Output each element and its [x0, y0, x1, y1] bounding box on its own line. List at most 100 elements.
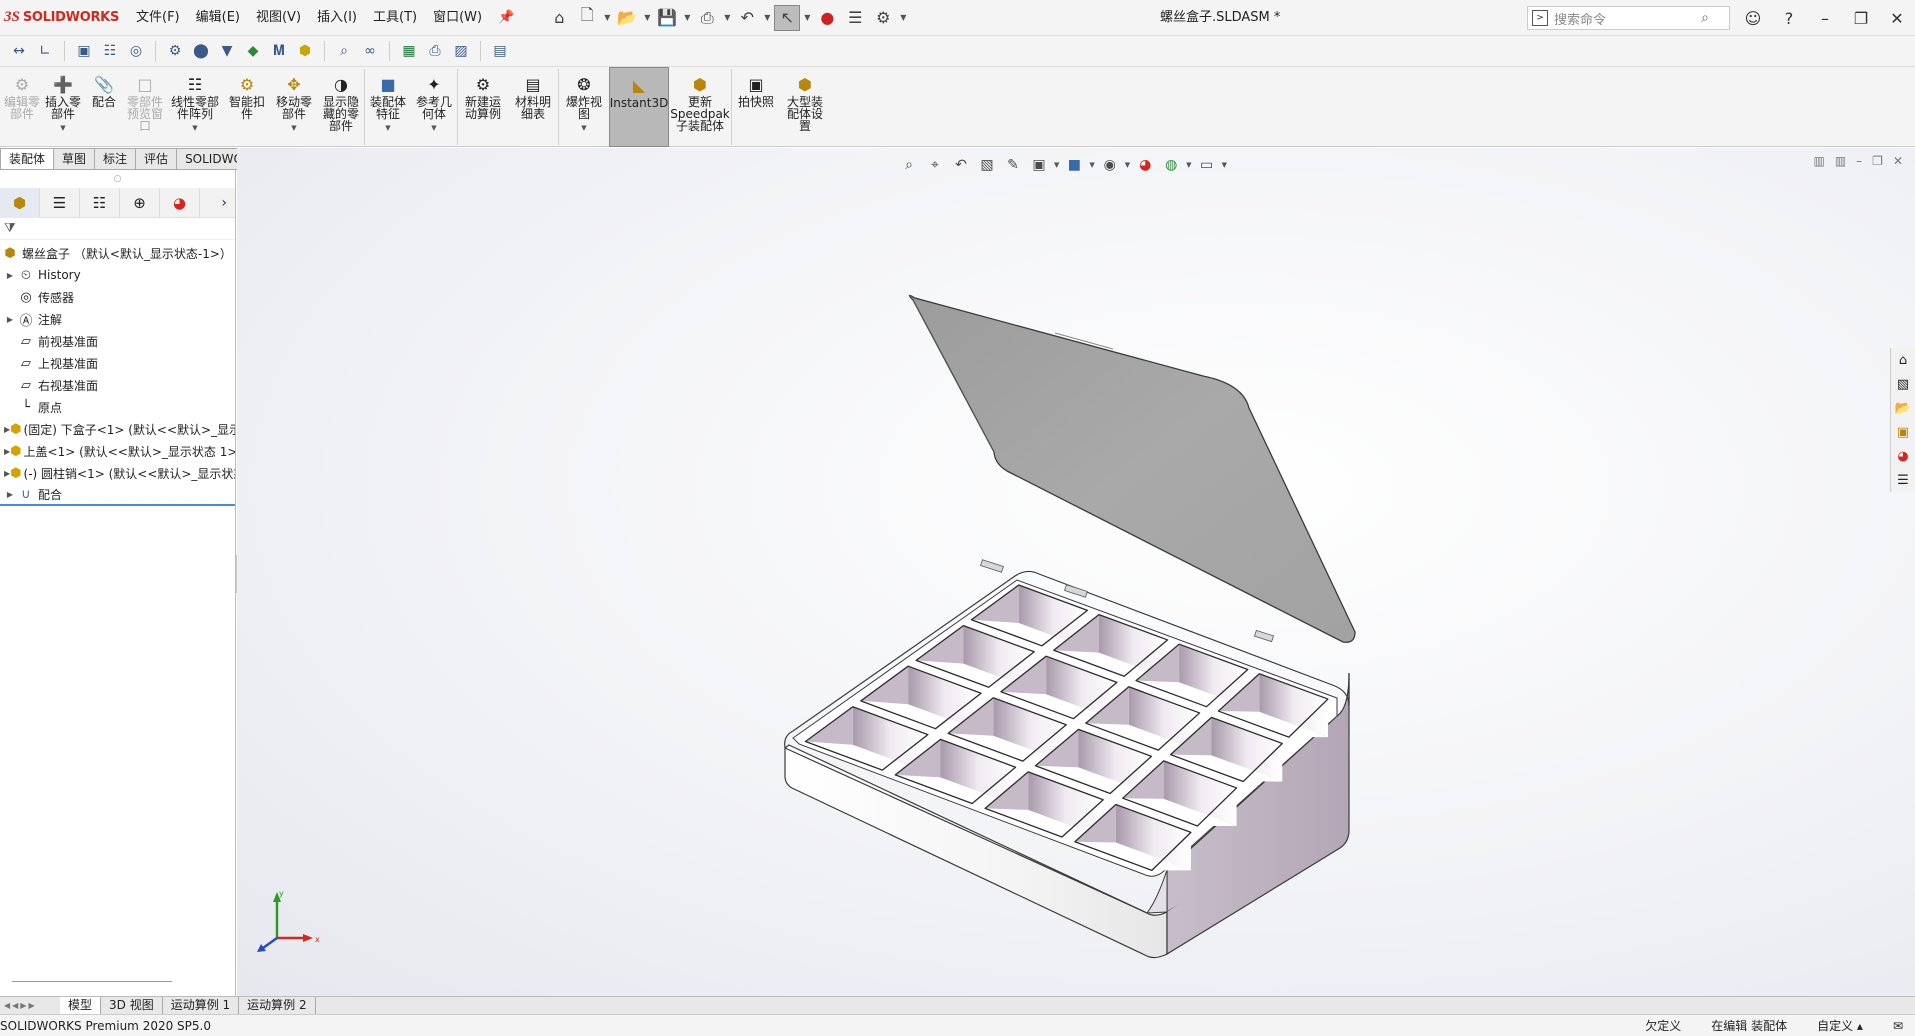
panel-grip-handle[interactable]: ○	[0, 170, 235, 188]
chevron-down-icon[interactable]: ▼	[898, 13, 908, 22]
save-icon[interactable]: 💾	[654, 5, 680, 31]
tab-motion-study-1[interactable]: 运动算例 1	[163, 996, 240, 1015]
exploded-view-button[interactable]: ❂ 爆炸视 图 ▼	[559, 67, 609, 147]
assembly-feature-button[interactable]: ■ 装配体 特征 ▼	[365, 67, 411, 147]
select-cursor-icon[interactable]: ↖	[774, 4, 801, 31]
menu-view[interactable]: 视图(V)	[248, 0, 309, 36]
chevron-down-icon[interactable]: ▼	[291, 122, 296, 134]
panel-scroll-indicator[interactable]	[12, 981, 172, 982]
tab-markup[interactable]: 标注	[95, 148, 137, 170]
restore-icon[interactable]: ❐	[1843, 9, 1879, 28]
linear-pattern-button[interactable]: ☷ 线性零部 件阵列 ▼	[166, 67, 224, 147]
tab-scroll-arrows-icon[interactable]: ◀◀▶▶	[0, 1001, 60, 1010]
property-manager-tab-icon[interactable]: ☰	[40, 187, 80, 218]
menu-file[interactable]: 文件(F)	[128, 0, 188, 36]
feature-manager-tab-icon[interactable]: ⬢	[0, 187, 40, 218]
tab-sketch[interactable]: 草图	[54, 148, 96, 170]
component-icon[interactable]: ⬢	[294, 40, 316, 62]
expand-arrow-icon[interactable]: ▶	[4, 315, 16, 324]
chevron-down-icon[interactable]: ▼	[642, 13, 652, 22]
tree-item-history[interactable]: ▶ ⏲ History	[0, 264, 235, 286]
search-icon[interactable]: ⌕	[1701, 10, 1709, 26]
speedpak-button[interactable]: ⬢ 更新 Speedpak 子装配体	[669, 67, 731, 147]
tree-item-origin[interactable]: └ 原点	[0, 396, 235, 418]
screw-box-model[interactable]	[237, 148, 1915, 996]
tree-item-sensors[interactable]: ◎ 传感器	[0, 286, 235, 308]
chevron-down-icon[interactable]: ▼	[802, 13, 812, 22]
chevron-down-icon[interactable]: ▼	[385, 122, 390, 134]
image-export-icon[interactable]: ▨	[450, 40, 472, 62]
tab-assembly[interactable]: 装配体	[0, 148, 55, 170]
insert-component-button[interactable]: ➕ 插入零 部件 ▼	[42, 67, 84, 147]
chevron-down-icon[interactable]: ▼	[722, 13, 732, 22]
network-icon[interactable]: ☷	[99, 40, 121, 62]
appearances-icon[interactable]: ◕	[1893, 446, 1913, 466]
edit-component-button[interactable]: ⚙ 编辑零 部件	[2, 67, 42, 147]
tree-item-mates[interactable]: ▶ ∪ 配合	[0, 484, 235, 506]
tree-item-right-plane[interactable]: ▱ 右视基准面	[0, 374, 235, 396]
chevron-down-icon[interactable]: ▼	[682, 13, 692, 22]
binoculars-icon[interactable]: ∞	[359, 40, 381, 62]
expand-arrow-icon[interactable]: ▶	[4, 271, 16, 280]
excel-icon[interactable]: ▦	[398, 40, 420, 62]
solidworks-logo[interactable]: 3S SOLIDWORKS	[0, 9, 128, 26]
rebuild-traffic-light-icon[interactable]: ●	[814, 5, 840, 31]
tree-item-lid[interactable]: ▶ ⬢ 上盖<1> (默认<<默认>_显示状态 1>)	[0, 440, 235, 462]
expand-arrow-icon[interactable]: ▶	[4, 490, 16, 499]
new-document-icon[interactable]: 🗋	[574, 5, 600, 31]
calculator-icon[interactable]: ▤	[489, 40, 511, 62]
status-bar-toggle-icon[interactable]: ✉	[1893, 1019, 1903, 1033]
printer-icon[interactable]: ⎙	[424, 40, 446, 62]
large-assembly-button[interactable]: ⬢ 大型装 配体设 置	[780, 67, 830, 147]
chevron-right-icon[interactable]: ›	[221, 195, 227, 211]
tree-root-assembly[interactable]: ⬢ 螺丝盒子 （默认<默认_显示状态-1>）	[0, 242, 235, 264]
options-gear-icon[interactable]: ⚙	[870, 5, 896, 31]
measure-icon[interactable]: 𝐌	[268, 40, 290, 62]
angle-icon[interactable]: ∟	[34, 40, 56, 62]
graphics-area[interactable]: ⌕ ⌖ ↶ ▧ ✎ ▣ ▼ ■ ▼ ◉ ▼ ◕ ◍ ▼ ▭ ▼ ▥ ▥ – ❐ …	[237, 148, 1915, 996]
minimize-icon[interactable]: –	[1807, 9, 1843, 28]
configuration-manager-tab-icon[interactable]: ☷	[80, 187, 120, 218]
custom-properties-icon[interactable]: ☰	[1893, 470, 1913, 490]
search-commands-field[interactable]: > 搜索命令 ⌕	[1527, 6, 1730, 30]
new-motion-study-button[interactable]: ⚙ 新建运 动算例	[458, 67, 508, 147]
zoom-search-icon[interactable]: ⌕	[333, 40, 355, 62]
units-dropdown[interactable]: 自定义 ▴	[1817, 1017, 1863, 1034]
component-preview-button[interactable]: □ 零部件 预览窗 口	[124, 67, 166, 147]
smart-fastener-button[interactable]: ⚙ 智能扣 件	[224, 67, 270, 147]
reference-geometry-button[interactable]: ✦ 参考几 何体 ▼	[411, 67, 457, 147]
lid-part[interactable]	[908, 294, 1356, 643]
tree-item-annotations[interactable]: ▶ Ⓐ 注解	[0, 308, 235, 330]
filter-icon[interactable]: ⧩	[4, 221, 16, 236]
distance-icon[interactable]: ↔	[8, 40, 30, 62]
print-icon[interactable]: ⎙	[694, 5, 720, 31]
tree-item-front-plane[interactable]: ▱ 前视基准面	[0, 330, 235, 352]
menu-insert[interactable]: 插入(I)	[309, 0, 365, 36]
tree-item-top-plane[interactable]: ▱ 上视基准面	[0, 352, 235, 374]
tab-model[interactable]: 模型	[60, 996, 102, 1015]
open-folder-icon[interactable]: 📂	[614, 5, 640, 31]
close-icon[interactable]: ✕	[1879, 9, 1915, 28]
tree-filter[interactable]: ⧩	[0, 218, 235, 240]
resources-home-icon[interactable]: ⌂	[1893, 350, 1913, 370]
gear-icon[interactable]: ⚙	[164, 40, 186, 62]
file-properties-icon[interactable]: ☰	[842, 5, 868, 31]
funnel-icon[interactable]: ▼	[216, 40, 238, 62]
chevron-down-icon[interactable]: ▼	[602, 13, 612, 22]
chevron-down-icon[interactable]: ▼	[431, 122, 436, 134]
design-library-icon[interactable]: ▧	[1893, 374, 1913, 394]
tab-motion-study-2[interactable]: 运动算例 2	[239, 996, 316, 1015]
menu-edit[interactable]: 编辑(E)	[188, 0, 248, 36]
chevron-down-icon[interactable]: ▼	[192, 122, 197, 134]
file-explorer-icon[interactable]: 📂	[1893, 398, 1913, 418]
pin-icon[interactable]: 📌	[490, 0, 522, 36]
chevron-down-icon[interactable]: ▼	[762, 13, 772, 22]
show-hidden-components-button[interactable]: ◑ 显示隐 藏的零 部件	[318, 67, 364, 147]
snapshot-button[interactable]: ▣ 拍快照	[732, 67, 780, 147]
home-icon[interactable]: ⌂	[546, 5, 572, 31]
tree-item-pin[interactable]: ▶ ⬢ (-) 圆柱销<1> (默认<<默认>_显示状态 1>)	[0, 462, 235, 484]
view-palette-icon[interactable]: ▣	[1893, 422, 1913, 442]
dimxpert-tab-icon[interactable]: ⊕	[120, 187, 160, 218]
tab-evaluate[interactable]: 评估	[136, 148, 178, 170]
bom-button[interactable]: ▤ 材料明 细表	[508, 67, 558, 147]
